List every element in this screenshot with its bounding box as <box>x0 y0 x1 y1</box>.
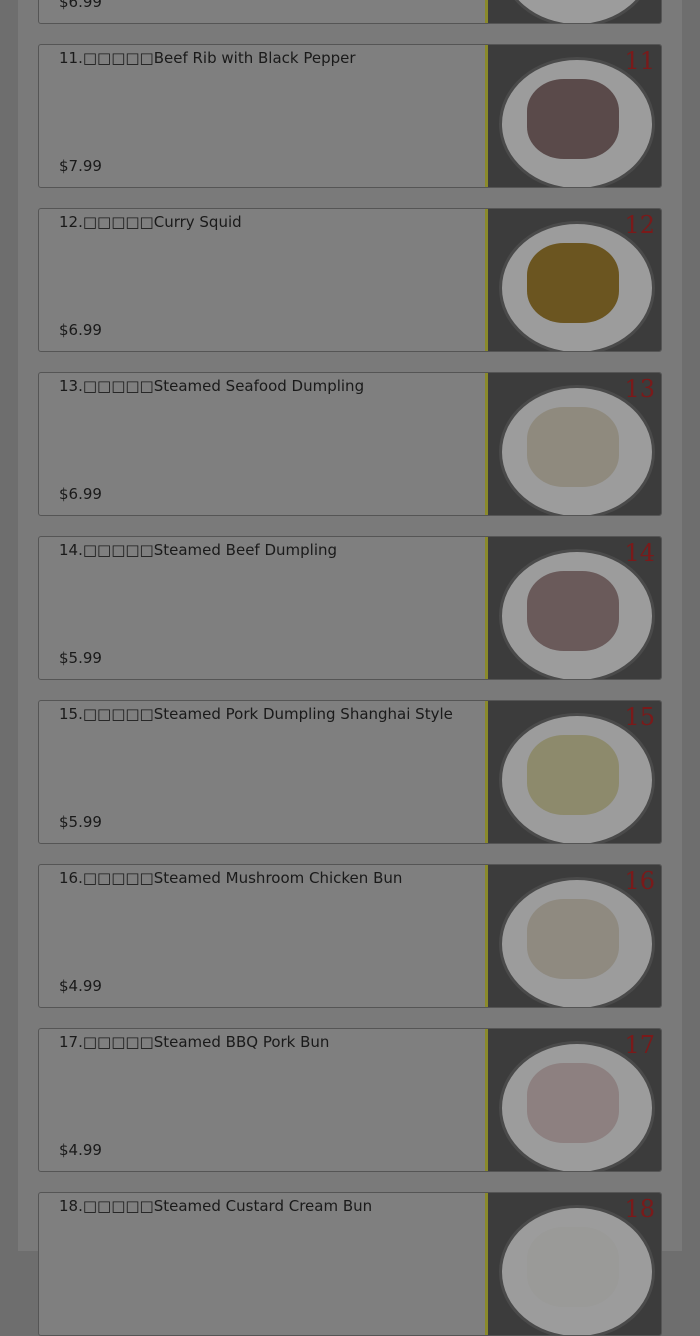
menu-page: $6.99 11.□□□□□Beef Rib with Black Pepper… <box>18 0 682 1336</box>
menu-item-card[interactable]: 18.□□□□□Steamed Custard Cream Bun 18 <box>38 1192 662 1336</box>
item-name: 14.□□□□□Steamed Beef Dumpling <box>59 541 338 559</box>
menu-item-card[interactable]: 16.□□□□□Steamed Mushroom Chicken Bun $4.… <box>38 864 662 1008</box>
item-price: $4.99 <box>59 1141 102 1159</box>
menu-item-card[interactable]: 12.□□□□□Curry Squid $6.99 12 <box>38 208 662 352</box>
item-photo[interactable]: 17 <box>485 1029 661 1171</box>
item-photo[interactable]: 13 <box>485 373 661 515</box>
menu-item-card[interactable]: 14.□□□□□Steamed Beef Dumpling $5.99 14 <box>38 536 662 680</box>
item-photo[interactable]: 16 <box>485 865 661 1007</box>
menu-item-card[interactable]: 17.□□□□□Steamed BBQ Pork Bun $4.99 17 <box>38 1028 662 1172</box>
item-number-tag: 16 <box>624 867 655 895</box>
item-number-tag: 18 <box>624 1195 655 1223</box>
item-number-tag: 14 <box>624 539 655 567</box>
menu-item-card[interactable]: 15.□□□□□Steamed Pork Dumpling Shanghai S… <box>38 700 662 844</box>
item-name: 11.□□□□□Beef Rib with Black Pepper <box>59 49 356 67</box>
item-number-tag: 17 <box>624 1031 655 1059</box>
item-number-tag: 12 <box>624 211 655 239</box>
item-photo[interactable]: 11 <box>485 45 661 187</box>
item-name: 15.□□□□□Steamed Pork Dumpling Shanghai S… <box>59 705 453 723</box>
item-name: 17.□□□□□Steamed BBQ Pork Bun <box>59 1033 330 1051</box>
item-number-tag: 13 <box>624 375 655 403</box>
item-price: $6.99 <box>59 0 102 11</box>
item-price: $6.99 <box>59 321 102 339</box>
menu-item-card[interactable]: $6.99 <box>38 0 662 24</box>
item-number-tag: 11 <box>624 47 655 75</box>
item-price: $5.99 <box>59 649 102 667</box>
item-price: $5.99 <box>59 813 102 831</box>
item-photo[interactable] <box>485 0 661 23</box>
item-name: 12.□□□□□Curry Squid <box>59 213 242 231</box>
item-number-tag: 15 <box>624 703 655 731</box>
item-price: $6.99 <box>59 485 102 503</box>
item-photo[interactable]: 14 <box>485 537 661 679</box>
menu-item-card[interactable]: 13.□□□□□Steamed Seafood Dumpling $6.99 1… <box>38 372 662 516</box>
item-price: $4.99 <box>59 977 102 995</box>
item-name: 16.□□□□□Steamed Mushroom Chicken Bun <box>59 869 403 887</box>
item-photo[interactable]: 15 <box>485 701 661 843</box>
item-name: 13.□□□□□Steamed Seafood Dumpling <box>59 377 365 395</box>
item-name: 18.□□□□□Steamed Custard Cream Bun <box>59 1197 373 1215</box>
menu-item-card[interactable]: 11.□□□□□Beef Rib with Black Pepper $7.99… <box>38 44 662 188</box>
item-price: $7.99 <box>59 157 102 175</box>
item-photo[interactable]: 12 <box>485 209 661 351</box>
item-photo[interactable]: 18 <box>485 1193 661 1335</box>
